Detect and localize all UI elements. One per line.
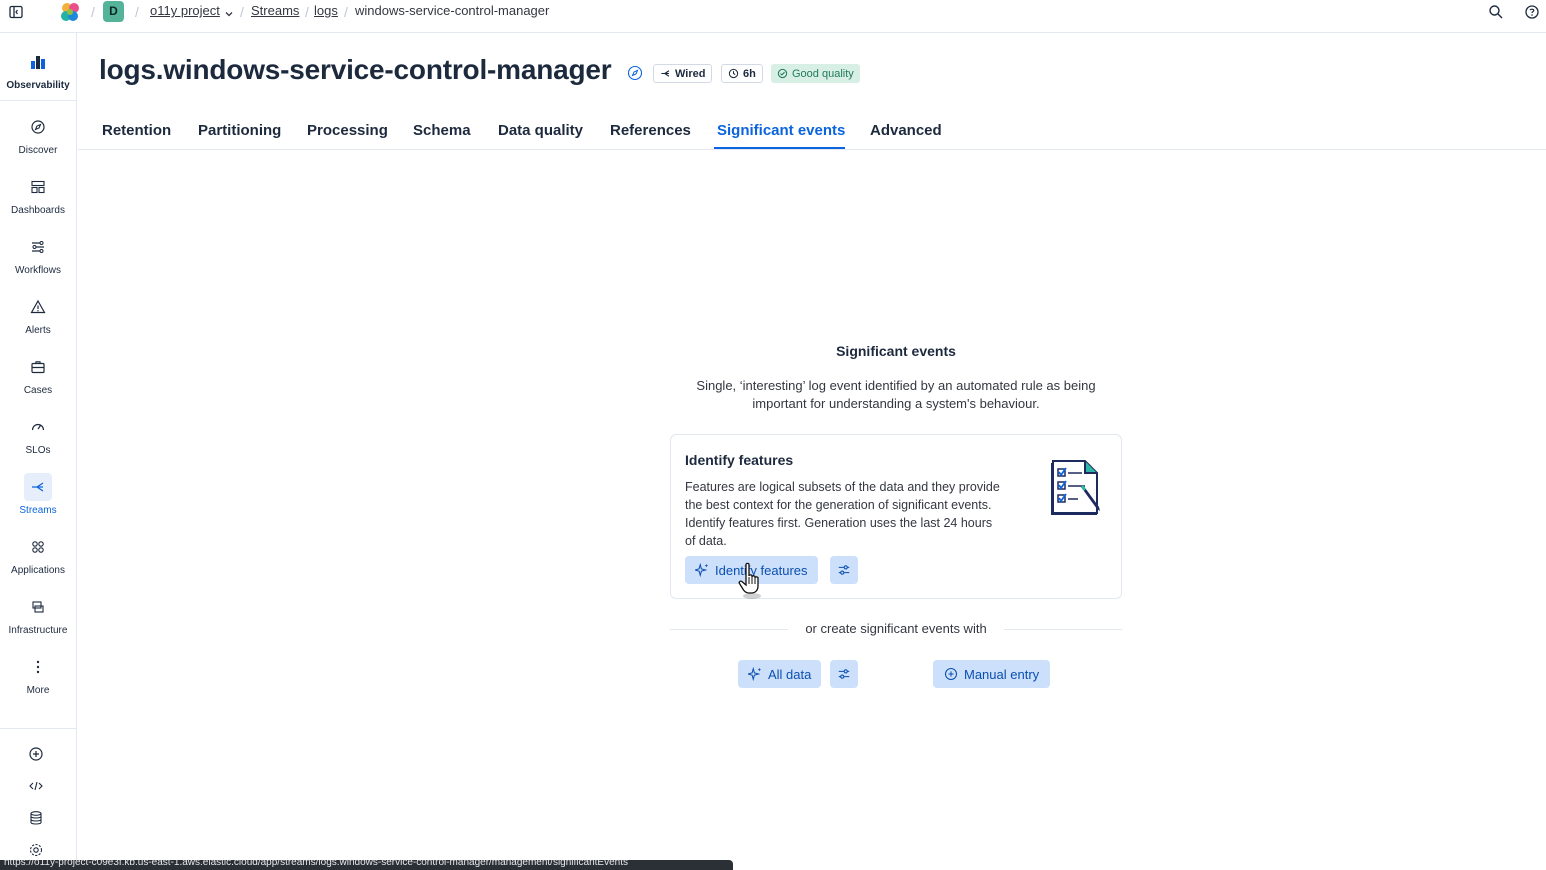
applications-icon bbox=[24, 533, 52, 561]
empty-state-description: Single, ‘interesting’ log event identifi… bbox=[696, 378, 1096, 411]
nav-label-infrastructure: Infrastructure bbox=[8, 625, 68, 636]
quality-badge: Good quality bbox=[771, 64, 860, 83]
sidebar-toggle-icon[interactable] bbox=[8, 4, 24, 20]
nav-label-dashboards: Dashboards bbox=[11, 205, 65, 216]
nav-label-more: More bbox=[26, 685, 50, 696]
sidebar-item-discover[interactable]: Discover bbox=[0, 113, 76, 156]
nav-label-workflows: Workflows bbox=[15, 265, 61, 276]
nav-label-alerts: Alerts bbox=[25, 325, 51, 336]
tab-partitioning[interactable]: Partitioning bbox=[198, 122, 281, 139]
sidebar-item-more[interactable]: More bbox=[0, 653, 76, 696]
gauge-icon bbox=[24, 413, 52, 441]
nav-observability[interactable]: Observability bbox=[0, 48, 76, 91]
nav-label-slos: SLOs bbox=[25, 445, 51, 456]
tab-significant-events[interactable]: Significant events bbox=[717, 122, 845, 139]
sidebar-item-slos[interactable]: SLOs bbox=[0, 413, 76, 456]
more-icon bbox=[24, 653, 52, 681]
all-data-settings-button[interactable] bbox=[830, 660, 858, 688]
divider-line-left bbox=[670, 629, 788, 630]
observability-icon bbox=[24, 48, 52, 76]
tab-bar: Retention Partitioning Processing Schema… bbox=[78, 112, 1546, 150]
streams-icon bbox=[661, 70, 670, 77]
sidebar-item-workflows[interactable]: Workflows bbox=[0, 233, 76, 276]
sidebar-item-applications[interactable]: Applications bbox=[0, 533, 76, 576]
dev-tools-icon[interactable] bbox=[24, 774, 48, 798]
streams-icon bbox=[24, 473, 52, 501]
page-title: logs.windows-service-control-manager bbox=[99, 54, 612, 85]
gear-icon[interactable] bbox=[24, 838, 48, 862]
top-header: / D / o11y project / Streams / logs / wi… bbox=[0, 0, 1546, 33]
workflow-icon bbox=[24, 233, 52, 261]
project-avatar: D bbox=[103, 1, 124, 22]
chevron-down-icon[interactable] bbox=[224, 6, 234, 24]
briefcase-icon bbox=[24, 353, 52, 381]
active-tab-indicator bbox=[714, 147, 845, 149]
status-url: https://o11y-project-c09e3f.kb.us-east-1… bbox=[4, 860, 628, 868]
nav-label-applications: Applications bbox=[11, 565, 65, 576]
all-data-button[interactable]: All data bbox=[738, 660, 822, 688]
checklist-illustration-icon bbox=[1045, 457, 1105, 522]
tab-processing[interactable]: Processing bbox=[307, 122, 388, 139]
manual-entry-button[interactable]: Manual entry bbox=[933, 660, 1051, 688]
divider-line-right bbox=[1004, 629, 1122, 630]
add-data-icon[interactable] bbox=[24, 742, 48, 766]
empty-state-title: Significant events bbox=[836, 343, 956, 359]
pointer-cursor-icon bbox=[737, 562, 767, 605]
tab-retention[interactable]: Retention bbox=[102, 122, 171, 139]
nav-label-cases: Cases bbox=[23, 385, 53, 396]
help-icon[interactable] bbox=[1524, 4, 1540, 25]
tab-schema[interactable]: Schema bbox=[413, 122, 471, 139]
side-nav: Observability Discover Dashboards Workfl… bbox=[0, 33, 77, 870]
tab-advanced[interactable]: Advanced bbox=[870, 122, 942, 139]
sliders-icon bbox=[838, 565, 850, 575]
tab-references[interactable]: References bbox=[610, 122, 691, 139]
history-icon bbox=[728, 68, 739, 79]
breadcrumb-streams[interactable]: Streams bbox=[251, 3, 299, 18]
dashboard-icon bbox=[24, 173, 52, 201]
alert-icon bbox=[24, 293, 52, 321]
quality-badge-label: Good quality bbox=[792, 67, 854, 80]
nav-label-streams: Streams bbox=[19, 505, 57, 516]
all-data-label: All data bbox=[768, 666, 812, 682]
retention-badge-label: 6h bbox=[743, 67, 756, 80]
edit-icon[interactable] bbox=[627, 65, 643, 86]
sidebar-item-cases[interactable]: Cases bbox=[0, 353, 76, 396]
card-title: Identify features bbox=[685, 452, 794, 468]
infrastructure-icon bbox=[24, 593, 52, 621]
sidebar-item-streams[interactable]: Streams bbox=[0, 473, 76, 516]
tab-data-quality[interactable]: Data quality bbox=[498, 122, 583, 139]
elastic-logo-icon[interactable] bbox=[59, 1, 81, 23]
retention-badge: 6h bbox=[721, 64, 763, 83]
identify-features-settings-button[interactable] bbox=[830, 556, 858, 584]
breadcrumb-project[interactable]: o11y project bbox=[150, 3, 220, 18]
link-status-bar: https://o11y-project-c09e3f.kb.us-east-1… bbox=[0, 860, 733, 870]
wired-badge: Wired bbox=[653, 64, 713, 83]
database-icon[interactable] bbox=[24, 806, 48, 830]
nav-label-discover: Discover bbox=[18, 145, 58, 156]
manual-entry-label: Manual entry bbox=[964, 666, 1040, 682]
breadcrumb-logs[interactable]: logs bbox=[314, 3, 338, 18]
sidebar-item-dashboards[interactable]: Dashboards bbox=[0, 173, 76, 216]
alternative-divider-text: or create significant events with bbox=[805, 621, 987, 636]
sliders-icon bbox=[838, 669, 850, 679]
plus-circle-icon bbox=[944, 667, 958, 681]
check-circle-icon bbox=[777, 68, 788, 79]
breadcrumb-current: windows-service-control-manager bbox=[355, 3, 550, 18]
compass-icon bbox=[24, 113, 52, 141]
sparkles-icon bbox=[695, 563, 709, 577]
nav-label-observability: Observability bbox=[6, 80, 70, 91]
sparkles-icon bbox=[748, 667, 762, 681]
search-icon[interactable] bbox=[1488, 4, 1504, 25]
sidebar-item-alerts[interactable]: Alerts bbox=[0, 293, 76, 336]
wired-badge-label: Wired bbox=[675, 67, 706, 80]
sidebar-item-infrastructure[interactable]: Infrastructure bbox=[0, 593, 76, 636]
card-description: Features are logical subsets of the data… bbox=[685, 480, 1000, 548]
